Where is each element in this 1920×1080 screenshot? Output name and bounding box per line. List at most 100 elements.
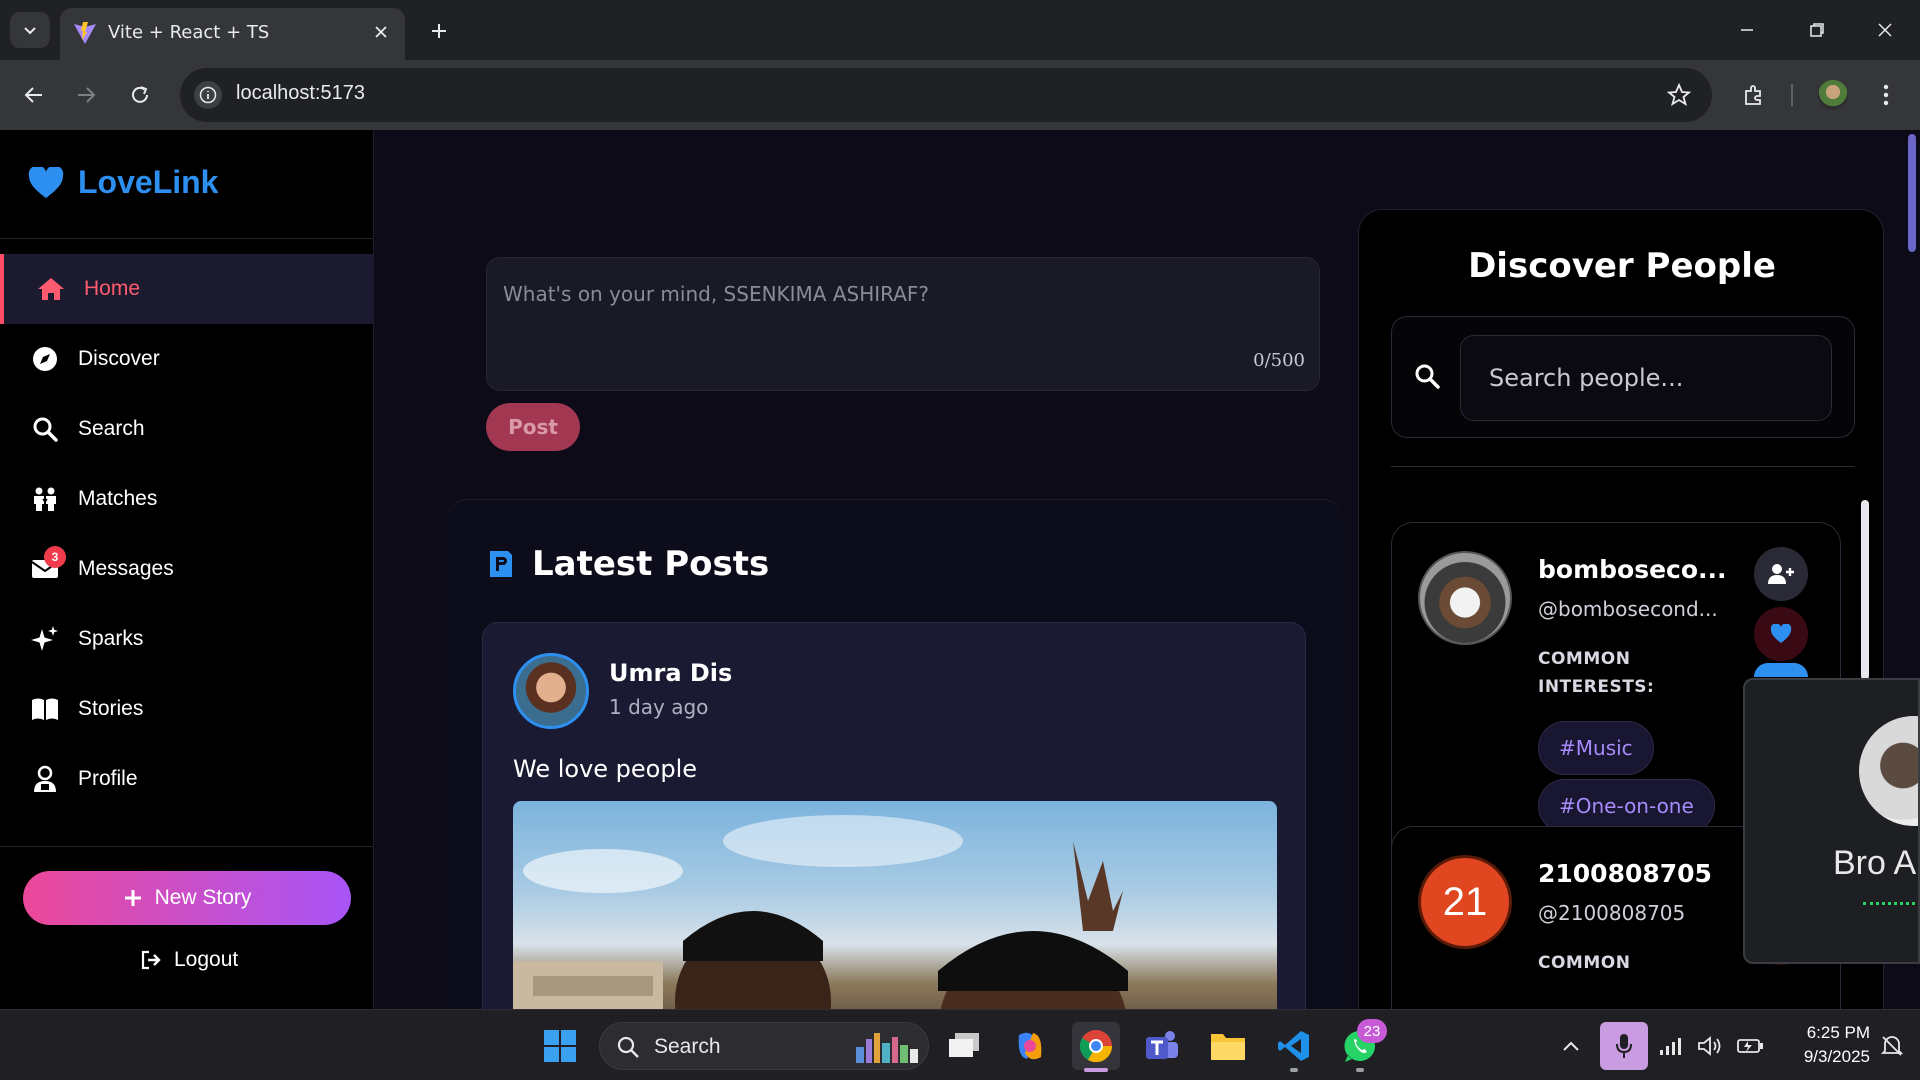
sidebar-item-label: Search	[78, 417, 145, 440]
lovelink-app: LoveLink Home Discover Search Matches 3 …	[0, 130, 1920, 1009]
sidebar-item-label: Messages	[78, 557, 174, 580]
minimize-icon	[1741, 29, 1753, 31]
sidebar-item-label: Stories	[78, 697, 144, 720]
toolbar-separator	[1791, 84, 1793, 106]
like-button[interactable]	[1754, 607, 1808, 661]
browser-tab[interactable]: Vite + React + TS	[60, 8, 405, 60]
message-button[interactable]	[1754, 663, 1808, 677]
clock[interactable]: 6:25 PM 9/3/2025	[1784, 1021, 1870, 1069]
running-app-indicator	[1356, 1068, 1364, 1072]
sidebar-item-label: Sparks	[78, 627, 144, 650]
microphone-icon	[1616, 1034, 1632, 1058]
sidebar-item-stories[interactable]: Stories	[0, 674, 374, 744]
tab-title: Vite + React + TS	[108, 22, 270, 43]
browser-menu-button[interactable]	[1866, 75, 1906, 115]
restore-button[interactable]	[1794, 10, 1840, 50]
volume-status[interactable]	[1690, 1022, 1730, 1070]
interest-tag[interactable]: #One-on-one	[1538, 779, 1715, 833]
interest-tag[interactable]: #Music	[1538, 721, 1654, 775]
sidebar-item-home[interactable]: Home	[0, 254, 374, 324]
sidebar-item-search[interactable]: Search	[0, 394, 374, 464]
sidebar-item-discover[interactable]: Discover	[0, 324, 374, 394]
show-hidden-icons-button[interactable]	[1554, 1022, 1588, 1070]
person-handle: @bombosecond...	[1538, 597, 1718, 621]
heart-icon	[1770, 624, 1792, 643]
sidebar-item-label: Discover	[78, 347, 160, 370]
taskbar-search[interactable]: Search	[599, 1022, 929, 1070]
start-button[interactable]	[536, 1022, 584, 1070]
panel-scrollbar[interactable]	[1861, 500, 1869, 680]
teams-button[interactable]	[1138, 1022, 1186, 1070]
folder-icon	[1211, 1034, 1245, 1060]
vscode-button[interactable]	[1270, 1022, 1318, 1070]
chrome-icon	[1079, 1030, 1113, 1063]
people-search: Search people...	[1391, 316, 1855, 438]
search-input[interactable]: Search people...	[1460, 335, 1832, 421]
bookmark-star-button[interactable]	[1664, 80, 1694, 110]
post-image[interactable]	[513, 801, 1277, 1009]
person-name[interactable]: 2100808705	[1538, 859, 1712, 888]
heart-icon	[28, 166, 64, 198]
new-tab-button[interactable]	[422, 14, 456, 48]
address-bar[interactable]: localhost:5173	[180, 68, 1712, 122]
envelope-icon: 3	[30, 546, 66, 584]
post-button[interactable]: Post	[486, 403, 580, 451]
avatar[interactable]	[513, 653, 589, 729]
page-scrollbar[interactable]	[1908, 134, 1916, 252]
windows-logo-icon	[544, 1030, 576, 1062]
logout-button[interactable]: Logout	[140, 948, 238, 972]
notifications-button[interactable]	[1872, 1022, 1912, 1070]
sidebar-item-messages[interactable]: 3 Messages	[0, 534, 374, 604]
vite-favicon-icon	[74, 22, 96, 44]
caller-name: Bro A	[1833, 844, 1917, 882]
new-story-label: New Story	[154, 886, 252, 909]
brand-logo[interactable]: LoveLink	[28, 164, 218, 201]
compass-icon	[30, 344, 60, 374]
running-app-indicator	[1290, 1068, 1298, 1072]
network-status[interactable]	[1650, 1022, 1690, 1070]
sidebar-item-profile[interactable]: Profile	[0, 744, 374, 814]
copilot-icon	[1018, 1032, 1042, 1060]
call-overlay-window[interactable]: Bro A	[1743, 678, 1920, 964]
sidebar-item-sparks[interactable]: Sparks	[0, 604, 374, 674]
task-view-button[interactable]	[940, 1022, 988, 1070]
site-info-icon[interactable]	[194, 81, 222, 109]
post-composer[interactable]: What's on your mind, SSENKIMA ASHIRAF? 0…	[486, 257, 1320, 391]
avatar[interactable]: 21	[1418, 855, 1512, 949]
chevron-up-icon	[1563, 1041, 1579, 1051]
reload-button[interactable]	[120, 75, 160, 115]
logout-label: Logout	[174, 948, 239, 971]
avatar	[1818, 80, 1848, 110]
city-skyline-icon	[856, 1033, 918, 1063]
logout-icon	[141, 950, 161, 970]
tab-close-button[interactable]	[367, 18, 395, 46]
minimize-button[interactable]	[1724, 10, 1770, 50]
file-explorer-button[interactable]	[1204, 1022, 1252, 1070]
person-name[interactable]: bomboseco...	[1538, 555, 1727, 584]
latest-posts-section: Latest Posts Umra Dis 1 day ago We love …	[446, 499, 1344, 1009]
new-story-button[interactable]: New Story	[23, 871, 351, 925]
extensions-button[interactable]	[1734, 75, 1774, 115]
add-friend-button[interactable]	[1754, 547, 1808, 601]
search-icon	[1415, 364, 1440, 389]
close-window-button[interactable]	[1862, 10, 1908, 50]
common-interests-label: COMMON	[1538, 953, 1631, 973]
microphone-button[interactable]	[1600, 1022, 1648, 1070]
avatar[interactable]	[1418, 551, 1512, 645]
reload-icon	[132, 86, 148, 103]
section-header: Latest Posts	[488, 544, 769, 584]
composer-placeholder: What's on your mind, SSENKIMA ASHIRAF?	[503, 282, 930, 306]
speaker-icon	[1698, 1036, 1721, 1056]
section-title: Latest Posts	[532, 544, 770, 584]
battery-status[interactable]	[1730, 1022, 1770, 1070]
back-button[interactable]	[14, 75, 54, 115]
battery-icon	[1737, 1039, 1763, 1053]
copilot-button[interactable]	[1006, 1022, 1054, 1070]
sidebar-item-matches[interactable]: Matches	[0, 464, 374, 534]
forward-button[interactable]	[66, 75, 106, 115]
profile-button[interactable]	[1813, 75, 1853, 115]
tab-search-dropdown[interactable]	[10, 12, 50, 48]
chrome-taskbar-button[interactable]	[1072, 1022, 1120, 1070]
post-author[interactable]: Umra Dis	[609, 659, 732, 687]
post-note-icon	[490, 551, 512, 577]
